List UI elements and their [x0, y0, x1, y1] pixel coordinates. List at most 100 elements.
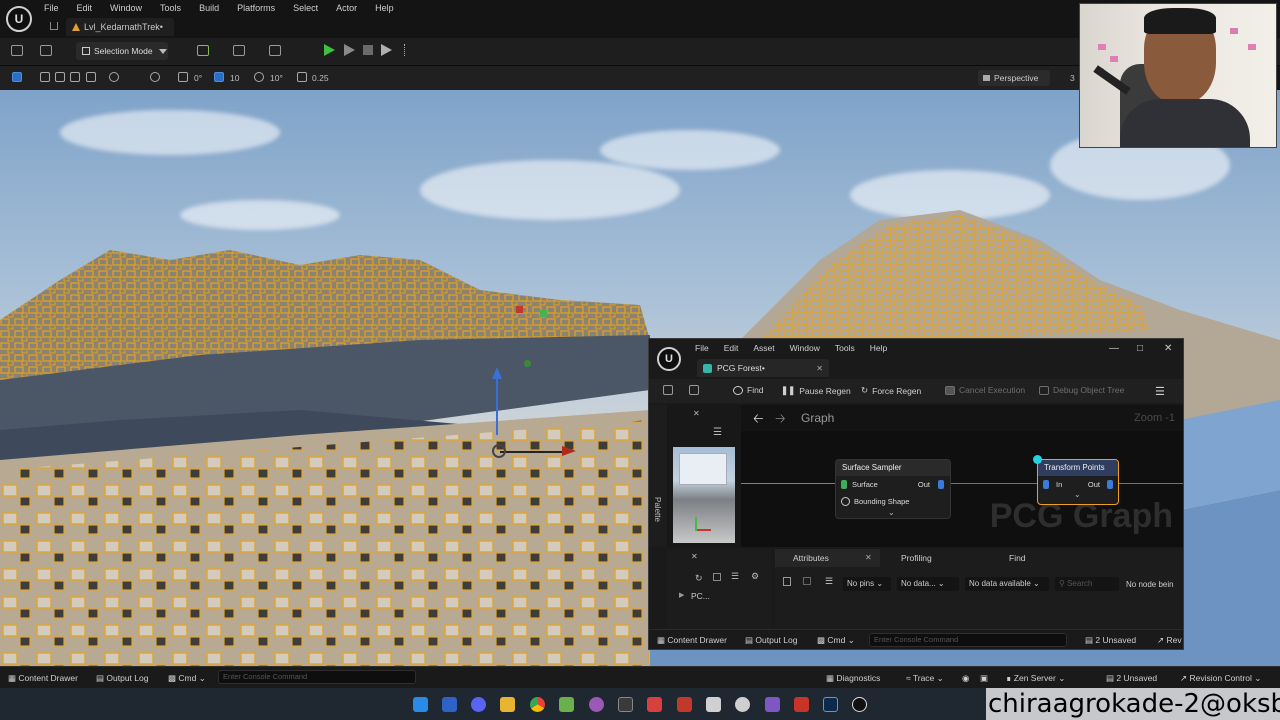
revision-control-button[interactable]: ↗ Revision Control ⌄ [1180, 673, 1261, 684]
level-tab[interactable]: Lvl_KedarnathTrek• [66, 18, 174, 36]
pcg-output-log-button[interactable]: ▤ Output Log [745, 635, 797, 646]
pcg-menu-file[interactable]: File [695, 343, 709, 353]
pcg-menu-tools[interactable]: Tools [835, 343, 855, 353]
pcg-cmd-dropdown[interactable]: ▩ Cmd ⌄ [817, 635, 855, 646]
scale-tool-icon[interactable] [86, 72, 96, 82]
menu-actor[interactable]: Actor [336, 2, 367, 14]
menu-help[interactable]: Help [375, 2, 404, 14]
select-tool-icon[interactable] [40, 72, 50, 82]
bounding-shape-pin-icon[interactable] [841, 497, 850, 506]
rotate-tool-icon[interactable] [70, 72, 80, 82]
pcg-menu-help[interactable]: Help [870, 343, 887, 353]
pcg-graph-canvas[interactable]: 🡠 🡢 Graph Zoom -1 PCG Graph Surface Samp… [741, 405, 1183, 547]
chevron-down-icon[interactable]: ⌄ [888, 508, 895, 517]
tab-attributes[interactable]: Attributes [793, 553, 829, 563]
gizmo-plane-handle[interactable] [516, 306, 523, 313]
expand-arrow-icon[interactable]: ▶ [679, 591, 684, 599]
attribute-search-input[interactable]: ⚲ Search [1055, 577, 1119, 591]
pcg-asset-tab[interactable]: PCG Forest• ✕ [697, 359, 829, 377]
tab-find[interactable]: Find [1009, 553, 1026, 563]
pcg-menu-asset[interactable]: Asset [753, 343, 774, 353]
preview-menu-icon[interactable]: ☰ [713, 427, 722, 438]
out-pin-icon[interactable] [1107, 480, 1113, 489]
save-icon[interactable] [11, 45, 23, 56]
in-pin-icon[interactable] [1043, 480, 1049, 489]
hamburger-menu-icon[interactable]: ☰ [1155, 385, 1165, 398]
transform-points-node[interactable]: Transform Points In Out ⌄ [1037, 459, 1119, 505]
graph-breadcrumb[interactable]: Graph [801, 411, 834, 425]
unreal-engine-icon[interactable] [852, 697, 867, 712]
list-icon[interactable]: ☰ [731, 571, 739, 582]
surface-pin-icon[interactable] [841, 480, 847, 489]
file-explorer-icon[interactable] [500, 697, 515, 712]
minimize-icon[interactable]: — [1109, 343, 1119, 354]
pins-dropdown[interactable]: No pins ⌄ [843, 577, 891, 591]
rotation-snap-icon[interactable] [178, 72, 188, 82]
terminal-icon[interactable] [618, 697, 633, 712]
menu-platforms[interactable]: Platforms [237, 2, 285, 14]
angle-snap-icon[interactable] [254, 72, 264, 82]
pcg-console-input[interactable]: Enter Console Command [869, 633, 1067, 647]
chevron-down-icon[interactable]: ⌄ [1074, 490, 1081, 499]
diagnostics-button[interactable]: ▦ Diagnostics [826, 673, 880, 684]
gizmo-center-icon[interactable] [492, 444, 506, 458]
zen-server-dropdown[interactable]: ∎ Zen Server ⌄ [1006, 673, 1065, 684]
save-icon[interactable] [663, 385, 673, 395]
close-icon[interactable]: ✕ [1164, 343, 1172, 354]
trace-record-icon[interactable]: ◉ [962, 673, 969, 684]
close-icon[interactable]: ✕ [693, 409, 700, 418]
menu-edit[interactable]: Edit [77, 2, 103, 14]
out-pin-icon[interactable] [938, 480, 944, 489]
grid-snap-icon[interactable] [214, 72, 224, 82]
force-regen-button[interactable]: ↻ Force Regen [861, 385, 921, 396]
content-drawer-button[interactable]: ▦ Content Drawer [8, 673, 78, 684]
gizmo-plane-handle[interactable] [540, 310, 547, 317]
menu-select[interactable]: Select [293, 2, 328, 14]
trace-snapshot-icon[interactable]: ▣ [980, 673, 988, 684]
filter-icon[interactable]: ☰ [825, 576, 833, 587]
scale-snap-icon[interactable] [297, 72, 307, 82]
palette-label[interactable]: Palette [653, 497, 662, 522]
outlook-icon[interactable] [442, 697, 457, 712]
obs-icon[interactable] [735, 697, 750, 712]
data-dropdown[interactable]: No data... ⌄ [897, 577, 959, 591]
viewport-options-icon[interactable] [12, 72, 22, 82]
discord-icon[interactable] [471, 697, 486, 712]
menu-tools[interactable]: Tools [160, 2, 191, 14]
lock-icon[interactable] [783, 577, 791, 586]
tab-close-icon[interactable]: ✕ [816, 364, 823, 373]
forward-arrow-icon[interactable]: 🡢 [775, 410, 786, 432]
debug-object-tree-button[interactable]: Debug Object Tree [1039, 385, 1124, 395]
gizmo-z-axis[interactable] [496, 375, 498, 435]
app-icon[interactable] [794, 697, 809, 712]
filter-icon[interactable] [713, 573, 721, 581]
gizmo-x-arrow-icon[interactable] [562, 446, 576, 456]
grid-snap-value[interactable]: 10 [230, 73, 239, 83]
angle-snap-value[interactable]: 10° [270, 73, 283, 83]
tab-close-icon[interactable]: ✕ [865, 553, 872, 562]
menu-file[interactable]: File [44, 2, 69, 14]
app-icon[interactable] [647, 697, 662, 712]
blueprint-icon[interactable] [233, 45, 245, 56]
surface-snap-icon[interactable] [150, 72, 160, 82]
scale-snap-value[interactable]: 0.25 [312, 73, 329, 83]
add-actor-icon[interactable] [197, 45, 209, 56]
gizmo-z-arrow-icon[interactable] [492, 367, 502, 379]
back-arrow-icon[interactable]: 🡠 [753, 410, 764, 432]
world-local-icon[interactable] [109, 72, 119, 82]
pause-regen-button[interactable]: ❚❚ Pause Regen [781, 385, 851, 396]
play-icon[interactable] [324, 44, 335, 56]
pcg-menu-window[interactable]: Window [790, 343, 820, 353]
pin-toggle-icon[interactable] [803, 577, 811, 585]
menu-window[interactable]: Window [110, 2, 152, 14]
stop-icon[interactable] [363, 45, 373, 55]
chrome-icon[interactable] [530, 697, 545, 712]
notepad-icon[interactable] [559, 697, 574, 712]
debug-tree-item[interactable]: PC... [691, 591, 710, 601]
pcg-content-drawer-button[interactable]: ▦ Content Drawer [657, 635, 727, 646]
console-command-input[interactable]: Enter Console Command [218, 670, 416, 684]
photoshop-icon[interactable] [823, 697, 838, 712]
unreal-logo-icon[interactable]: U [6, 6, 32, 32]
selection-mode-dropdown[interactable]: Selection Mode [76, 42, 168, 60]
calculator-icon[interactable] [706, 697, 721, 712]
